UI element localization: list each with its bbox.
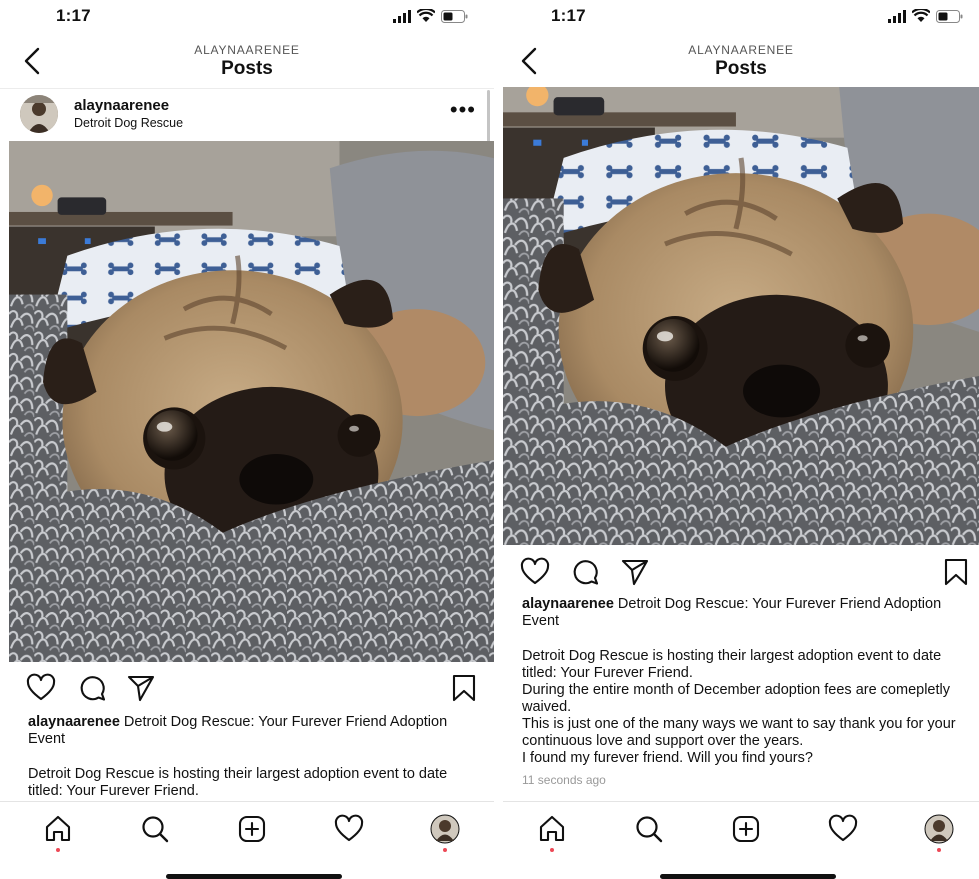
post-actions <box>503 557 979 591</box>
status-bar: 1:17 <box>0 0 494 36</box>
post-header: alaynaarenee Detroit Dog Rescue ••• <box>0 88 494 141</box>
heart-icon <box>520 557 550 585</box>
wifi-icon <box>417 9 435 22</box>
share-button[interactable] <box>126 673 156 703</box>
post-photo[interactable] <box>503 87 979 545</box>
page-title: Posts <box>221 58 273 79</box>
add-post-icon <box>732 815 760 843</box>
page-title: Posts <box>715 58 767 79</box>
home-icon <box>45 815 71 842</box>
like-button[interactable] <box>26 673 56 703</box>
send-icon <box>127 675 155 702</box>
signal-icon <box>888 9 906 23</box>
battery-icon <box>936 9 963 23</box>
home-notification-dot <box>56 848 60 852</box>
home-icon <box>539 815 565 842</box>
share-button[interactable] <box>620 557 650 587</box>
heart-icon <box>828 814 858 842</box>
avatar[interactable] <box>20 95 58 133</box>
avatar <box>430 814 460 844</box>
tab-search[interactable] <box>634 814 664 844</box>
tab-activity[interactable] <box>828 814 858 844</box>
save-button[interactable] <box>449 673 479 703</box>
tab-create[interactable] <box>731 814 761 844</box>
status-time: 1:17 <box>56 6 91 25</box>
profile-notification-dot <box>443 848 447 852</box>
bookmark-icon <box>452 674 476 702</box>
post-username[interactable]: alaynaarenee <box>74 97 169 114</box>
account-name: ALAYNAARENEE <box>194 43 300 57</box>
home-indicator <box>166 874 342 879</box>
search-icon <box>636 816 663 843</box>
tab-activity[interactable] <box>334 814 364 844</box>
heart-icon <box>26 673 56 701</box>
avatar <box>924 814 954 844</box>
post-caption: alaynaarenee Detroit Dog Rescue: Your Fu… <box>28 714 472 748</box>
top-nav: ALAYNAARENEE Posts <box>0 36 494 89</box>
post-timestamp: 11 seconds ago <box>522 773 606 787</box>
comment-icon <box>573 560 599 585</box>
caption-body: Detroit Dog Rescue is hosting their larg… <box>522 648 967 767</box>
caption-username[interactable]: alaynaarenee <box>522 596 614 612</box>
battery-icon <box>441 9 468 23</box>
comment-button[interactable] <box>570 557 600 587</box>
heart-icon <box>334 814 364 842</box>
tab-home[interactable] <box>537 814 567 844</box>
like-button[interactable] <box>520 557 550 587</box>
comment-icon <box>80 676 106 701</box>
bottom-tab-bar <box>503 801 979 852</box>
caption-line: I found my furever friend. Will you find… <box>522 750 813 766</box>
status-icons <box>888 9 963 23</box>
profile-notification-dot <box>937 848 941 852</box>
tab-create[interactable] <box>237 814 267 844</box>
tab-home[interactable] <box>43 814 73 844</box>
home-indicator <box>660 874 836 879</box>
post-caption: alaynaarenee Detroit Dog Rescue: Your Fu… <box>522 596 967 630</box>
add-post-icon <box>238 815 266 843</box>
caption-line: During the entire month of December adop… <box>522 682 950 715</box>
post-photo[interactable] <box>9 141 494 662</box>
home-notification-dot <box>550 848 554 852</box>
top-nav: ALAYNAARENEE Posts <box>503 36 979 89</box>
tab-profile[interactable] <box>430 814 460 844</box>
more-options-button[interactable]: ••• <box>450 99 476 121</box>
status-bar: 1:17 <box>503 0 979 36</box>
caption-line: Detroit Dog Rescue is hosting their larg… <box>522 648 942 681</box>
post-actions <box>0 673 494 707</box>
account-name: ALAYNAARENEE <box>688 43 794 57</box>
phone-screen-right: 1:17 ALAYNAARENEE Posts alaynaarenee Det… <box>494 0 979 879</box>
send-icon <box>621 559 649 586</box>
bookmark-icon <box>944 558 968 586</box>
post-location[interactable]: Detroit Dog Rescue <box>74 116 183 130</box>
caption-line: This is just one of the many ways we wan… <box>522 716 956 749</box>
caption-body: Detroit Dog Rescue is hosting their larg… <box>28 766 472 800</box>
caption-line: Detroit Dog Rescue is hosting their larg… <box>28 766 448 799</box>
status-time: 1:17 <box>551 6 586 25</box>
tab-profile[interactable] <box>924 814 954 844</box>
save-button[interactable] <box>941 557 971 587</box>
tab-search[interactable] <box>140 814 170 844</box>
signal-icon <box>393 9 411 23</box>
more-horizontal-icon: ••• <box>449 97 476 122</box>
comment-button[interactable] <box>77 673 107 703</box>
phone-screen-left: 1:17 ALAYNAARENEE Posts alaynaarenee Det… <box>0 0 494 879</box>
bottom-tab-bar <box>0 801 494 852</box>
status-icons <box>393 9 468 23</box>
caption-username[interactable]: alaynaarenee <box>28 714 120 730</box>
wifi-icon <box>912 9 930 22</box>
search-icon <box>142 816 169 843</box>
